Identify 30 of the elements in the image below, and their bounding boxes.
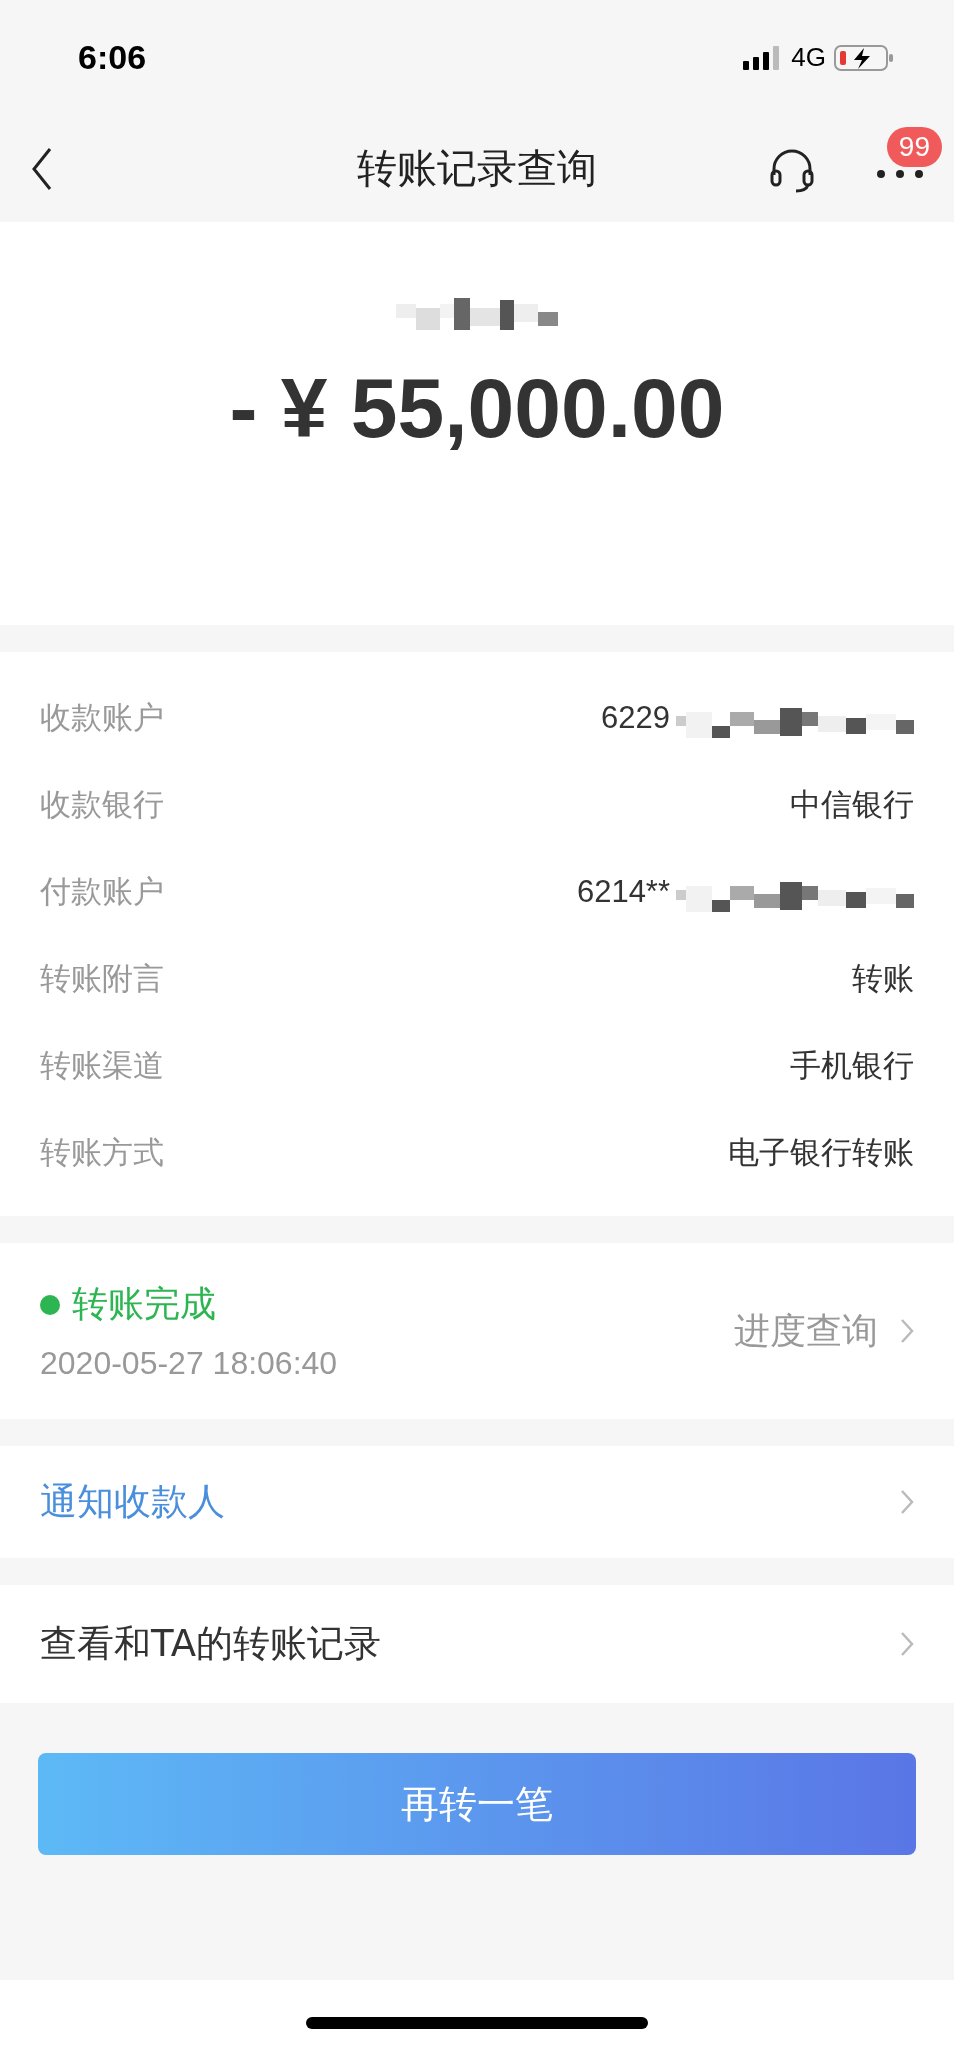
notification-badge: 99 — [886, 126, 942, 167]
chevron-icon — [900, 1489, 914, 1515]
field-value: 6229 — [601, 699, 670, 736]
network-label: 4G — [791, 42, 826, 73]
field-label: 转账附言 — [40, 958, 164, 998]
field-value: 转账 — [852, 959, 914, 998]
field-value: 中信银行 — [790, 785, 914, 824]
field-value: 6214** — [576, 873, 670, 910]
chevron-icon — [900, 1631, 914, 1657]
more-icon — [876, 168, 924, 179]
list-item[interactable]: 通知收款人 — [0, 1446, 954, 1558]
field-label: 转账方式 — [40, 1132, 164, 1172]
chevron-icon — [900, 1318, 914, 1344]
back-icon — [30, 146, 54, 191]
transfer-again-button[interactable]: 再转一笔 — [38, 1753, 916, 1855]
progress-link[interactable]: 进度查询 — [734, 1306, 914, 1356]
clock-time: 6:06 — [78, 38, 147, 77]
transfer-time: 2020-05-27 18:06:40 — [40, 1345, 338, 1382]
field-value: 手机银行 — [790, 1046, 914, 1085]
transfer-amount: - ¥ 55,000.00 — [229, 360, 725, 457]
field-label: 转账渠道 — [40, 1045, 164, 1085]
page-title: 转账记录查询 — [357, 144, 597, 193]
field-label: 收款银行 — [40, 784, 164, 824]
field-label: 收款账户 — [40, 697, 164, 737]
battery-icon — [834, 43, 894, 72]
back-button[interactable] — [30, 146, 54, 191]
status-text: 转账完成 — [72, 1282, 216, 1326]
field-value: 电子银行转账 — [728, 1133, 914, 1172]
field-label: 付款账户 — [40, 871, 164, 911]
list-item[interactable]: 查看和TA的转账记录 — [0, 1585, 954, 1703]
